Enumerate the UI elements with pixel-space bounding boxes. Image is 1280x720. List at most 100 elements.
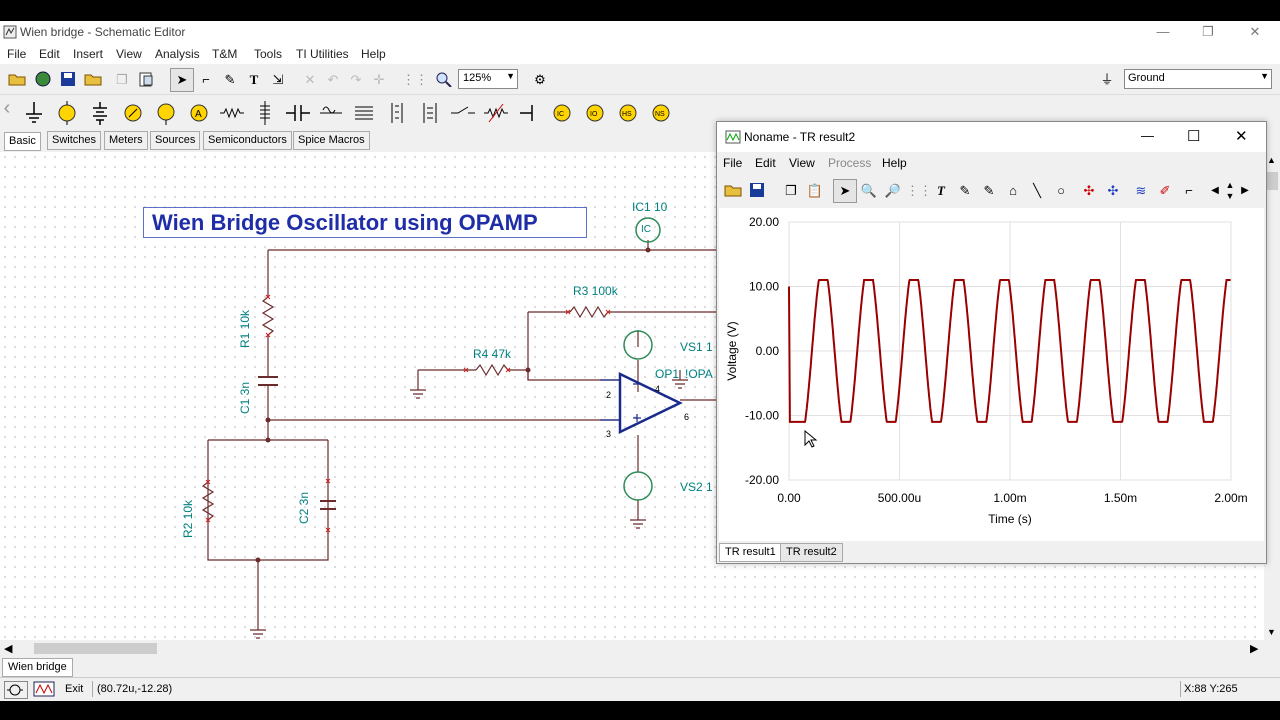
grid-icon[interactable]: ⋮⋮ <box>401 68 428 92</box>
close-button[interactable]: ✕ <box>1240 23 1270 41</box>
probe-icon[interactable]: ✐ <box>1153 179 1177 203</box>
result-menu-file[interactable]: File <box>723 156 742 170</box>
menu-file[interactable]: File <box>7 47 26 61</box>
copy-icon[interactable]: ❐ <box>110 68 134 92</box>
paste-icon[interactable]: 📋 <box>803 179 827 203</box>
zoom-in-icon[interactable]: 🔍 <box>857 179 881 203</box>
result-maximize-button[interactable]: ☐ <box>1187 127 1200 145</box>
zoom-select[interactable]: 125% ▼ <box>458 69 518 89</box>
cursor-a-icon[interactable]: ✣ <box>1077 179 1101 203</box>
antenna-icon[interactable] <box>513 97 544 128</box>
house-icon[interactable]: ⌂ <box>1001 179 1025 203</box>
scroll-down-icon[interactable]: ▼ <box>1267 627 1276 637</box>
result-menu-edit[interactable]: Edit <box>755 156 776 170</box>
restore-button[interactable]: ❐ <box>1193 23 1223 41</box>
stretch-tool-icon[interactable]: ⇲ <box>266 68 290 92</box>
hs-source-icon[interactable]: HS <box>612 97 643 128</box>
menu-tm[interactable]: T&M <box>212 47 237 61</box>
horizontal-scroll-thumb[interactable] <box>34 643 157 654</box>
scroll-left-icon[interactable]: ◀ <box>4 642 12 655</box>
arrow-updown-icon[interactable]: ▲ ▼ <box>1222 179 1238 203</box>
coil-icon[interactable] <box>348 97 379 128</box>
tab-tr-result2[interactable]: TR result2 <box>780 543 843 562</box>
scroll-right-icon[interactable]: ▶ <box>1250 642 1258 655</box>
horizontal-scrollbar[interactable]: ◀ ▶ <box>0 640 1264 657</box>
result-menu-process[interactable]: Process <box>828 156 871 170</box>
menu-help[interactable]: Help <box>361 47 386 61</box>
vertical-scroll-thumb[interactable] <box>1266 172 1278 190</box>
curves-icon[interactable]: ≋ <box>1129 179 1153 203</box>
open-folder-icon[interactable] <box>5 68 29 92</box>
paste-icon[interactable] <box>134 68 158 92</box>
ground-tool-icon[interactable]: ⏚ <box>1095 68 1119 92</box>
menu-insert[interactable]: Insert <box>73 47 103 61</box>
menu-tools[interactable]: Tools <box>254 47 282 61</box>
ampmeter-a-icon[interactable]: A <box>183 97 214 128</box>
switch-icon[interactable] <box>447 97 478 128</box>
pencil-icon[interactable]: ✎ <box>218 68 242 92</box>
cursor-b-icon[interactable]: ✣ <box>1101 179 1125 203</box>
redo-icon[interactable]: ↷ <box>344 68 368 92</box>
scroll-up-icon[interactable]: ▲ <box>1267 155 1276 165</box>
battery-icon[interactable] <box>84 97 115 128</box>
menu-edit[interactable]: Edit <box>39 47 60 61</box>
cross-icon[interactable]: ✛ <box>367 68 391 92</box>
wire-tool-icon[interactable]: ⌐ <box>194 68 218 92</box>
potentiometer-icon[interactable] <box>480 97 511 128</box>
tab-spice-macros[interactable]: Spice Macros <box>293 131 370 150</box>
globe-icon[interactable] <box>31 68 55 92</box>
ground-select[interactable]: Ground ▼ <box>1124 69 1272 89</box>
open-folder-icon[interactable] <box>721 179 745 203</box>
circle-tool-icon[interactable]: ○ <box>1049 179 1073 203</box>
select-arrow-icon[interactable]: ➤ <box>833 179 857 203</box>
zoom-100-icon[interactable]: 🔎 <box>881 179 905 203</box>
step-icon[interactable]: ⌐ <box>1177 179 1201 203</box>
delete-icon[interactable]: ✕ <box>298 68 322 92</box>
arrow-left-icon[interactable]: ◀ <box>1207 179 1223 203</box>
sheet-tab[interactable]: Wien bridge <box>2 658 73 677</box>
text-tool-icon[interactable]: T <box>929 179 953 203</box>
exit-button[interactable]: Exit <box>65 681 83 697</box>
select-arrow-icon[interactable]: ➤ <box>170 68 194 92</box>
arrow-right-icon[interactable]: ▶ <box>1237 179 1253 203</box>
copy-icon[interactable]: ❐ <box>779 179 803 203</box>
tab-semiconductors[interactable]: Semiconductors <box>203 131 292 150</box>
save-icon[interactable] <box>745 179 769 203</box>
waveform-plot[interactable]: 20.00 10.00 0.00 -10.00 -20.00 0.00 500.00u 1.0… <box>719 208 1264 541</box>
result-menu-view[interactable]: View <box>789 156 815 170</box>
inductor-icon[interactable] <box>249 97 280 128</box>
io-source-icon[interactable]: IO <box>579 97 610 128</box>
zoom-icon[interactable] <box>432 68 456 92</box>
lamp-icon[interactable] <box>150 97 181 128</box>
tab-basic[interactable]: Basic <box>4 132 41 151</box>
resistor-icon[interactable] <box>216 97 247 128</box>
minimize-button[interactable]: — <box>1148 23 1178 41</box>
menu-view[interactable]: View <box>116 47 142 61</box>
menu-ti-utilities[interactable]: TI Utilities <box>296 47 349 61</box>
schematic-mode-icon[interactable] <box>4 681 28 699</box>
undo-icon[interactable]: ↶ <box>321 68 345 92</box>
pen-annotate-2-icon[interactable]: ✎ <box>977 179 1001 203</box>
capacitor-icon[interactable] <box>282 97 313 128</box>
pen-annotate-icon[interactable]: ✎ <box>953 179 977 203</box>
transformer-2-icon[interactable] <box>414 97 445 128</box>
tab-switches[interactable]: Switches <box>47 131 102 150</box>
result-minimize-button[interactable]: — <box>1141 128 1154 143</box>
open-project-icon[interactable] <box>81 68 105 92</box>
line-tool-icon[interactable]: ╲ <box>1025 179 1049 203</box>
component-pick-icon[interactable]: ⚙ <box>528 68 552 92</box>
ns-source-icon[interactable]: NS <box>645 97 676 128</box>
result-close-button[interactable]: ✕ <box>1235 127 1248 145</box>
ammeter-icon[interactable] <box>117 97 148 128</box>
tab-tr-result1[interactable]: TR result1 <box>719 543 782 562</box>
analysis-mode-icon[interactable] <box>33 681 57 697</box>
ground-component-icon[interactable] <box>18 97 49 128</box>
voltmeter-icon[interactable] <box>51 97 82 128</box>
menu-analysis[interactable]: Analysis <box>155 47 200 61</box>
scroll-left-icon[interactable]: ‹ <box>0 97 14 128</box>
grid-icon[interactable]: ⋮⋮ <box>905 179 932 203</box>
text-tool-icon[interactable]: T <box>242 68 266 92</box>
result-menu-help[interactable]: Help <box>882 156 907 170</box>
save-icon[interactable] <box>56 68 80 92</box>
wave-component-icon[interactable] <box>315 97 346 128</box>
